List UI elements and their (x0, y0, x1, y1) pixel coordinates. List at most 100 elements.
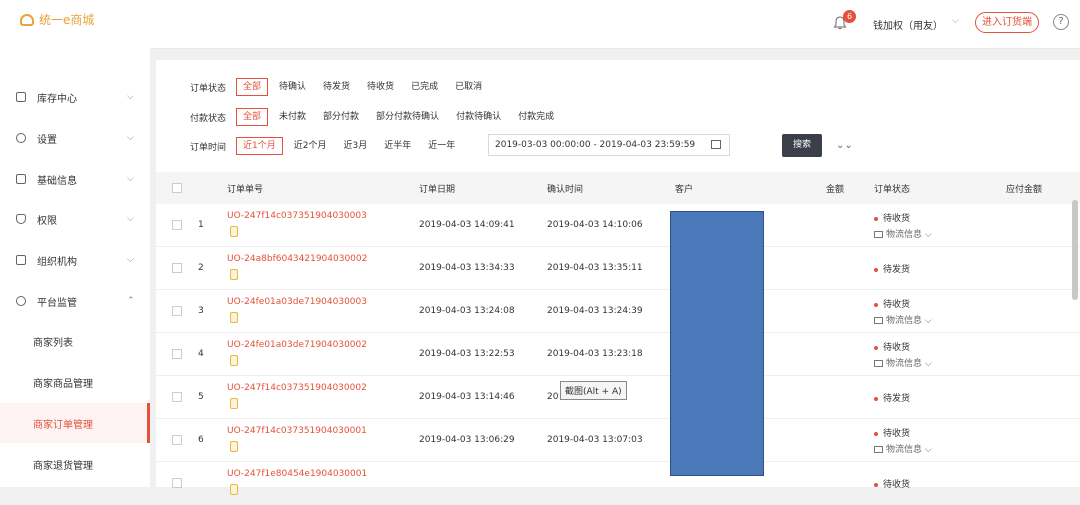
order-number-link[interactable]: UO-247f14c037351904030002 (227, 383, 367, 393)
order-tag-icon (230, 398, 238, 409)
sidebar-item-label: 平台监管 (37, 297, 77, 309)
eye-icon (16, 296, 26, 306)
chevron-up-icon: ⌃ (127, 296, 135, 306)
help-icon[interactable]: ? (1053, 14, 1069, 30)
redaction-block (670, 211, 764, 476)
sidebar-subitem-merchant-returns[interactable]: 商家退货管理 (0, 444, 150, 484)
filter-option[interactable]: 近2个月 (288, 137, 333, 155)
order-number-link[interactable]: UO-247f14c037351904030001 (227, 426, 367, 436)
filter-option[interactable]: 近1个月 (236, 137, 283, 155)
table-row[interactable]: 2 UO-24a8bf6043421904030002 2019-04-03 13:… (156, 247, 1080, 290)
status-dot-icon (874, 396, 878, 401)
row-index: 1 (198, 220, 204, 230)
filter-option[interactable]: 待确认 (273, 78, 312, 96)
sidebar-item-label: 商家商品管理 (33, 378, 93, 390)
sidebar-subitem-merchant-list[interactable]: 商家列表 (0, 321, 150, 361)
filter-option[interactable]: 部分付款 (317, 108, 365, 126)
filter-option[interactable]: 待收货 (361, 78, 400, 96)
table-row[interactable]: 4 UO-24fe01a03de71904030002 2019-04-03 13:… (156, 333, 1080, 376)
logistics-info[interactable]: 物流信息 ⌵ (874, 442, 932, 455)
status-text: 待收货 (883, 343, 911, 353)
top-bar: 统一e商城 6 钱加权（用友） ⌵ 进入订货端 ? (0, 0, 1080, 49)
column-header: 应付金额 (1006, 185, 1043, 195)
row-index: 5 (198, 392, 204, 402)
logo-icon (20, 13, 34, 26)
column-header: 客户 (675, 185, 694, 195)
order-time-filter: 订单时间 近1个月 近2个月 近3月 近半年 近一年 (190, 136, 466, 156)
expand-icon[interactable]: ⌄⌄ (836, 140, 853, 151)
row-checkbox[interactable] (172, 435, 182, 445)
order-tag-icon (230, 226, 238, 237)
filter-option[interactable]: 全部 (236, 78, 269, 96)
sidebar-subitem-merchant-products[interactable]: 商家商品管理 (0, 362, 150, 402)
logo-text: 统一e商城 (39, 13, 95, 27)
building-icon (16, 255, 26, 265)
sidebar-subitem-merchant-orders[interactable]: 商家订单管理 (0, 403, 150, 443)
app-logo[interactable]: 统一e商城 (20, 11, 94, 28)
sidebar-item-organization[interactable]: 组织机构 ⌵ (0, 240, 150, 280)
filter-option[interactable]: 全部 (236, 108, 269, 126)
sidebar-item-permissions[interactable]: 权限 ⌵ (0, 199, 150, 239)
sidebar-item-settings[interactable]: 设置 ⌵ (0, 118, 150, 158)
sidebar-item-label: 基础信息 (37, 175, 77, 187)
order-number-link[interactable]: UO-247f14c037351904030003 (227, 211, 367, 221)
search-button[interactable]: 搜索 (782, 134, 822, 157)
sidebar-item-basic-info[interactable]: 基础信息 ⌵ (0, 159, 150, 199)
select-all-checkbox[interactable] (172, 183, 182, 193)
filter-option[interactable]: 付款待确认 (450, 108, 507, 126)
table-row[interactable]: 1 UO-247f14c037351904030003 2019-04-03 14:… (156, 204, 1080, 247)
column-header: 订单日期 (419, 185, 456, 195)
filter-option[interactable]: 已完成 (405, 78, 444, 96)
order-number-link[interactable]: UO-24fe01a03de71904030002 (227, 340, 367, 350)
enter-ordering-button[interactable]: 进入订货端 (975, 12, 1039, 33)
status-text: 待发货 (883, 394, 911, 404)
filter-option[interactable]: 未付款 (273, 108, 312, 126)
filter-option[interactable]: 付款完成 (512, 108, 560, 126)
column-header: 确认时间 (547, 185, 584, 195)
table-header: 订单单号 订单日期 确认时间 客户 金额 订单状态 应付金额 (156, 172, 1080, 204)
filter-label: 付款状态 (190, 113, 227, 124)
order-number-link[interactable]: UO-24a8bf6043421904030002 (227, 254, 367, 264)
order-tag-icon (230, 312, 238, 323)
table-row[interactable]: 3 UO-24fe01a03de71904030003 2019-04-03 13:… (156, 290, 1080, 333)
logistics-info[interactable]: 物流信息 ⌵ (874, 227, 932, 240)
row-checkbox[interactable] (172, 349, 182, 359)
table-row[interactable]: 6 UO-247f14c037351904030001 2019-04-03 13:… (156, 419, 1080, 462)
order-number-link[interactable]: UO-247f1e80454e1904030001 (227, 469, 367, 479)
sidebar-item-platform-monitor[interactable]: 平台监管 ⌃ (0, 281, 150, 321)
logistics-info[interactable]: 物流信息 ⌵ (874, 356, 932, 369)
date-range-value: 2019-03-03 00:00:00 - 2019-04-03 23:59:5… (495, 140, 696, 150)
column-header: 金额 (826, 185, 845, 195)
scrollbar[interactable] (1072, 200, 1078, 300)
calendar-icon[interactable] (711, 140, 721, 149)
filter-option[interactable]: 已取消 (449, 78, 488, 96)
home-icon (16, 92, 26, 102)
truck-icon (874, 231, 883, 238)
filter-option[interactable]: 近3月 (337, 137, 373, 155)
filter-option[interactable]: 待发货 (317, 78, 356, 96)
row-checkbox[interactable] (172, 306, 182, 316)
row-checkbox[interactable] (172, 263, 182, 273)
filter-option[interactable]: 近半年 (378, 137, 417, 155)
table-row[interactable]: UO-247f1e80454e1904030001 待收货 (156, 462, 1080, 505)
logistics-info[interactable]: 物流信息 ⌵ (874, 313, 932, 326)
order-number-link[interactable]: UO-24fe01a03de71904030003 (227, 297, 367, 307)
row-checkbox[interactable] (172, 220, 182, 230)
order-status: 待收货 物流信息 ⌵ (874, 297, 932, 326)
order-tag-icon (230, 441, 238, 452)
sidebar-item-inventory[interactable]: 库存中心 ⌵ (0, 77, 150, 117)
filter-option[interactable]: 近一年 (422, 137, 461, 155)
confirm-time: 2019-04-03 14:10:06 (547, 220, 643, 230)
row-index: 4 (198, 349, 204, 359)
row-checkbox[interactable] (172, 392, 182, 402)
sidebar: 库存中心 ⌵ 设置 ⌵ 基础信息 ⌵ 权限 ⌵ 组织机构 ⌵ 平台监管 ⌃ 商家… (0, 48, 150, 487)
filter-option[interactable]: 部分付款待确认 (370, 108, 445, 126)
status-dot-icon (874, 431, 878, 436)
date-range-input[interactable]: 2019-03-03 00:00:00 - 2019-04-03 23:59:5… (488, 134, 730, 156)
confirm-time: 20 (547, 392, 559, 402)
row-index: 6 (198, 435, 204, 445)
sidebar-item-label: 库存中心 (37, 93, 77, 105)
chevron-down-icon[interactable]: ⌵ (952, 16, 959, 26)
user-menu[interactable]: 钱加权（用友） (873, 17, 943, 32)
truck-icon (874, 317, 883, 324)
